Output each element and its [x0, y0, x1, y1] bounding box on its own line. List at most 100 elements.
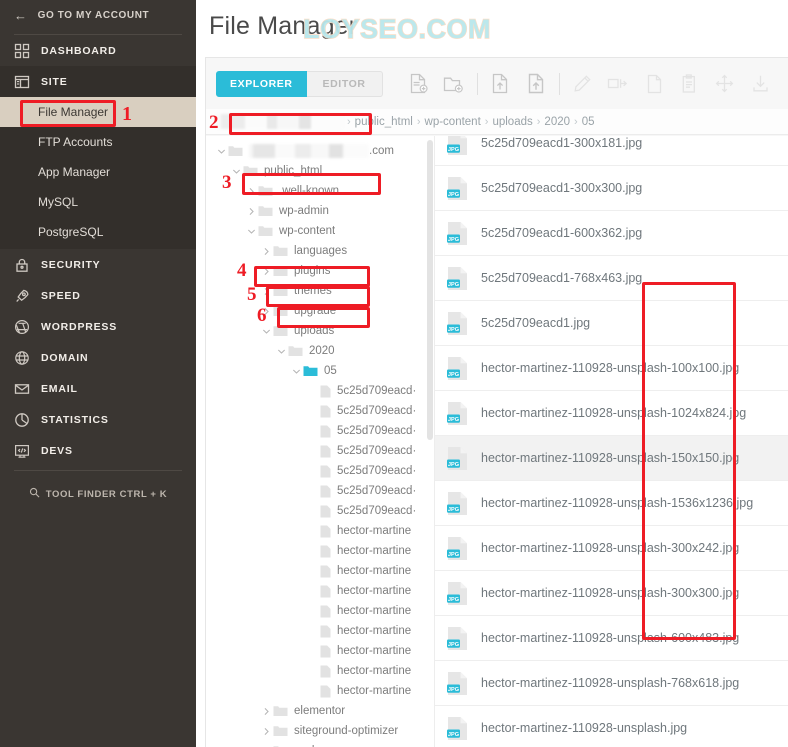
sidebar-item-devs[interactable]: DEVS: [0, 435, 196, 466]
tree-file-node[interactable]: hector-martine: [206, 541, 434, 561]
rename-icon[interactable]: [600, 69, 636, 99]
jpg-file-icon: JPG: [447, 176, 468, 201]
file-list-row[interactable]: JPGhector-martinez-110928-unsplash-1536x…: [435, 481, 788, 526]
tree-file-node[interactable]: hector-martine: [206, 621, 434, 641]
new-file-icon[interactable]: [401, 69, 437, 99]
tab-explorer[interactable]: EXPLORER: [216, 71, 307, 97]
tree-file-node[interactable]: 5c25d709eacd·: [206, 441, 434, 461]
chevron-right-icon[interactable]: [259, 247, 273, 256]
chevron-right-icon[interactable]: [259, 287, 273, 296]
svg-text:JPG: JPG: [448, 191, 459, 197]
tree-folder-node[interactable]: themes: [206, 281, 434, 301]
tree-scrollbar[interactable]: [427, 140, 433, 440]
chevron-down-icon[interactable]: [214, 147, 228, 156]
chevron-right-icon[interactable]: [259, 707, 273, 716]
tree-file-node[interactable]: 5c25d709eacd·: [206, 461, 434, 481]
svg-text:JPG: JPG: [448, 686, 459, 692]
tree-file-node[interactable]: hector-martine: [206, 561, 434, 581]
breadcrumb-item-05[interactable]: 05: [582, 116, 595, 128]
tree-node-label: hector-martine: [337, 645, 411, 657]
file-list-row[interactable]: JPG5c25d709eacd1-600x362.jpg: [435, 211, 788, 256]
tree-folder-node[interactable]: 2020: [206, 341, 434, 361]
file-list-row[interactable]: JPGhector-martinez-110928-unsplash-150x1…: [435, 436, 788, 481]
breadcrumb-item-uploads[interactable]: uploads: [492, 116, 532, 128]
file-list-row[interactable]: JPGhector-martinez-110928-unsplash-768x6…: [435, 661, 788, 706]
file-list-row[interactable]: JPGhector-martinez-110928-unsplash.jpg: [435, 706, 788, 747]
tree-file-node[interactable]: 5c25d709eacd·: [206, 481, 434, 501]
tree-file-node[interactable]: hector-martine: [206, 581, 434, 601]
tree-folder-node[interactable]: languages: [206, 241, 434, 261]
chevron-down-icon[interactable]: [289, 367, 303, 376]
chevron-down-icon[interactable]: [259, 327, 273, 336]
chevron-right-icon[interactable]: [259, 307, 273, 316]
sidebar-item-wordpress[interactable]: WORDPRESS: [0, 311, 196, 342]
sidebar-item-ftp-accounts[interactable]: FTP Accounts: [0, 127, 196, 157]
chevron-down-icon[interactable]: [274, 347, 288, 356]
file-list-row[interactable]: JPG5c25d709eacd1-768x463.jpg: [435, 256, 788, 301]
tree-folder-node[interactable]: 05: [206, 361, 434, 381]
tree-file-node[interactable]: 5c25d709eacd·: [206, 421, 434, 441]
chevron-right-icon[interactable]: [259, 727, 273, 736]
sidebar-item-email[interactable]: EMAIL: [0, 373, 196, 404]
tree-folder-node[interactable]: wp-content: [206, 221, 434, 241]
move-icon[interactable]: [707, 69, 743, 99]
tree-file-node[interactable]: hector-martine: [206, 681, 434, 701]
download-icon[interactable]: [742, 69, 778, 99]
tree-file-node[interactable]: hector-martine: [206, 641, 434, 661]
copy-icon[interactable]: [636, 69, 672, 99]
upload-folder-icon[interactable]: [518, 69, 554, 99]
tool-finder[interactable]: TOOL FINDER CTRL + K: [0, 470, 196, 501]
tree-folder-node[interactable]: .com: [206, 141, 434, 161]
breadcrumb-item-public-html[interactable]: public_html: [355, 116, 413, 128]
chevron-right-icon[interactable]: [259, 267, 273, 276]
chevron-right-icon[interactable]: [244, 187, 258, 196]
file-list-row[interactable]: JPGhector-martinez-110928-unsplash-100x1…: [435, 346, 788, 391]
sidebar-item-app-manager[interactable]: App Manager: [0, 157, 196, 187]
file-list: JPG5c25d709eacd1-300x181.jpgJPG5c25d709e…: [435, 136, 788, 747]
chevron-right-icon[interactable]: [244, 207, 258, 216]
sidebar-item-mysql[interactable]: MySQL: [0, 187, 196, 217]
tree-folder-node[interactable]: uploads: [206, 321, 434, 341]
file-list-row[interactable]: JPGhector-martinez-110928-unsplash-300x3…: [435, 571, 788, 616]
go-to-my-account-link[interactable]: ← GO TO MY ACCOUNT: [0, 0, 196, 30]
tree-file-node[interactable]: 5c25d709eacd·: [206, 401, 434, 421]
file-icon: [320, 385, 331, 398]
tree-file-node[interactable]: hector-martine: [206, 521, 434, 541]
tree-file-node[interactable]: hector-martine: [206, 661, 434, 681]
sidebar-item-dashboard[interactable]: DASHBOARD: [0, 35, 196, 66]
breadcrumb-item-wp-content[interactable]: wp-content: [425, 116, 481, 128]
file-list-row[interactable]: JPGhector-martinez-110928-unsplash-1024x…: [435, 391, 788, 436]
tab-editor[interactable]: EDITOR: [307, 71, 383, 97]
file-list-row[interactable]: JPGhector-martinez-110928-unsplash-300x2…: [435, 526, 788, 571]
tree-folder-node[interactable]: siteground-optimizer: [206, 721, 434, 741]
tree-file-node[interactable]: 5c25d709eacd·: [206, 381, 434, 401]
breadcrumb-item-2020[interactable]: 2020: [544, 116, 570, 128]
tree-folder-node[interactable]: wc-logs: [206, 741, 434, 747]
tree-folder-node[interactable]: upgrade: [206, 301, 434, 321]
tree-folder-node[interactable]: plugins: [206, 261, 434, 281]
chevron-down-icon[interactable]: [229, 167, 243, 176]
tree-folder-node[interactable]: public_html: [206, 161, 434, 181]
paste-clipboard-icon[interactable]: [671, 69, 707, 99]
sidebar-item-statistics[interactable]: STATISTICS: [0, 404, 196, 435]
file-list-row[interactable]: JPG5c25d709eacd1.jpg: [435, 301, 788, 346]
tree-folder-node[interactable]: .well-known: [206, 181, 434, 201]
file-list-row[interactable]: JPGhector-martinez-110928-unsplash-600x4…: [435, 616, 788, 661]
sidebar-item-site[interactable]: SITE: [0, 66, 196, 97]
new-folder-icon[interactable]: [436, 69, 472, 99]
file-list-row[interactable]: JPG5c25d709eacd1-300x300.jpg: [435, 166, 788, 211]
sidebar-item-domain[interactable]: DOMAIN: [0, 342, 196, 373]
sidebar-item-speed[interactable]: SPEED: [0, 280, 196, 311]
tree-folder-node[interactable]: wp-admin: [206, 201, 434, 221]
tree-file-node[interactable]: hector-martine: [206, 601, 434, 621]
sidebar-item-security[interactable]: SECURITY: [0, 249, 196, 280]
sidebar-item-postgresql[interactable]: PostgreSQL: [0, 217, 196, 247]
chevron-down-icon[interactable]: [244, 227, 258, 236]
file-list-row[interactable]: JPG5c25d709eacd1-300x181.jpg: [435, 136, 788, 166]
sidebar-item-file-manager[interactable]: File Manager: [0, 97, 196, 127]
upload-file-icon[interactable]: [483, 69, 519, 99]
tree-folder-node[interactable]: elementor: [206, 701, 434, 721]
breadcrumb-root-redacted[interactable]: [215, 114, 343, 129]
tree-file-node[interactable]: 5c25d709eacd·: [206, 501, 434, 521]
edit-pencil-icon[interactable]: [565, 69, 601, 99]
